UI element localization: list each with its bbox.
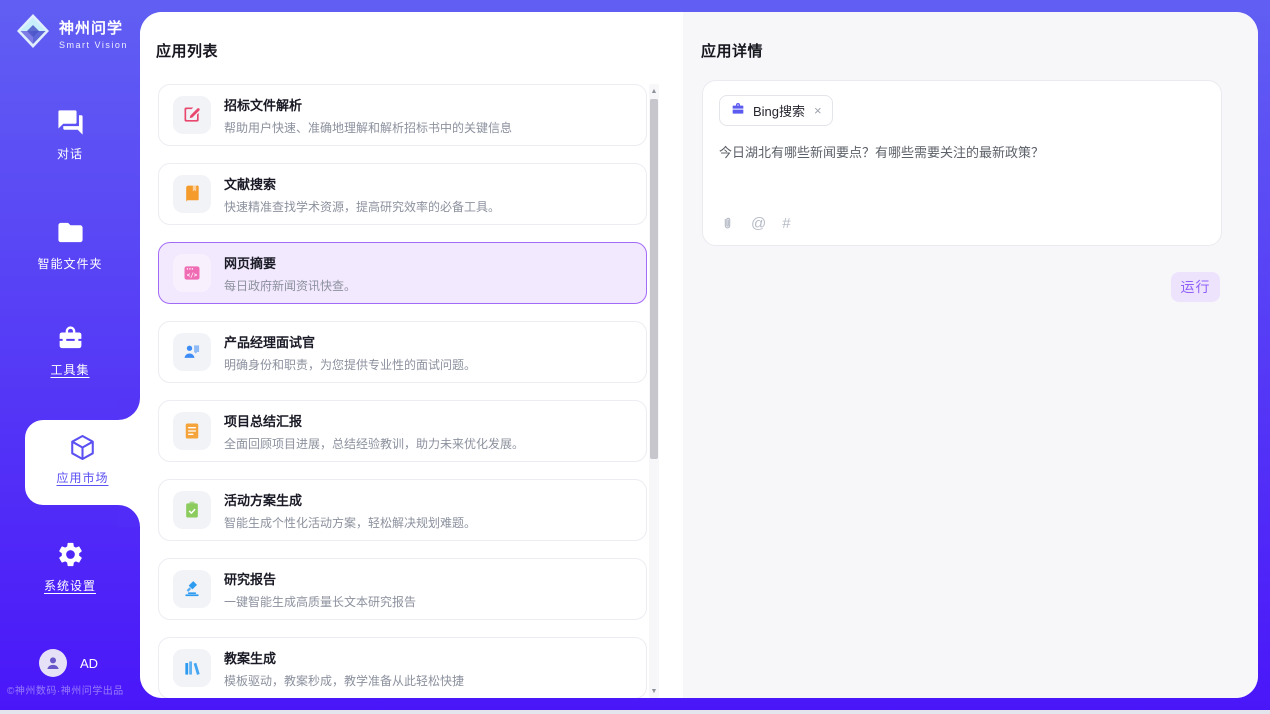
edit-doc-icon — [173, 96, 211, 134]
tool-chip[interactable]: Bing搜索 × — [719, 95, 833, 126]
hash-icon[interactable]: # — [782, 216, 790, 231]
chip-close-icon[interactable]: × — [814, 103, 822, 118]
bottom-strip — [0, 710, 1270, 714]
avatar[interactable] — [39, 649, 67, 677]
cube-icon — [25, 433, 140, 463]
scrollbar-thumb[interactable] — [650, 99, 658, 459]
toolbox-icon — [0, 324, 140, 354]
app-card-desc: 帮助用户快速、准确地理解和解析招标书中的关键信息 — [224, 119, 512, 136]
sidebar-item-label: 系统设置 — [0, 577, 140, 594]
brand-name: 神州问学 — [59, 17, 128, 38]
sidebar-item-toolbox[interactable]: 工具集 — [0, 324, 140, 378]
app-card-desc: 明确身份和职责，为您提供专业性的面试问题。 — [224, 356, 476, 373]
app-card-title: 教案生成 — [224, 648, 464, 667]
sidebar-footer: ©神州数码·神州问学出品 — [7, 682, 124, 697]
app-card-desc: 一键智能生成高质量长文本研究报告 — [224, 593, 416, 610]
active-notch-curve — [118, 505, 140, 527]
prompt-toolbar: @# — [720, 214, 791, 233]
folder-icon — [0, 218, 140, 248]
app-card[interactable]: </> 网页摘要每日政府新闻资讯快查。 — [158, 242, 647, 304]
sidebar: 神州问学 Smart Vision 对话智能文件夹工具集应用市场系统设置 AD … — [0, 0, 140, 714]
clipboard-check-icon — [173, 491, 211, 529]
app-card-title: 招标文件解析 — [224, 95, 512, 114]
app-card-title: 网页摘要 — [224, 253, 356, 272]
app-list-panel: 应用列表 招标文件解析帮助用户快速、准确地理解和解析招标书中的关键信息文献搜索快… — [140, 12, 683, 698]
scrollbar-down-button[interactable]: ▼ — [649, 685, 659, 697]
active-notch-curve — [118, 398, 140, 420]
note-icon — [173, 412, 211, 450]
prompt-card: Bing搜索 × 今日湖北有哪些新闻要点？有哪些需要关注的最新政策？ @# — [702, 80, 1222, 246]
app-card-desc: 每日政府新闻资讯快查。 — [224, 277, 356, 294]
svg-text:</>: </> — [187, 273, 198, 279]
sidebar-item-smart-folder[interactable]: 智能文件夹 — [0, 218, 140, 272]
app-card[interactable]: 文献搜索快速精准查找学术资源，提高研究效率的必备工具。 — [158, 163, 647, 225]
app-card-list: 招标文件解析帮助用户快速、准确地理解和解析招标书中的关键信息文献搜索快速精准查找… — [158, 84, 647, 698]
app-card-title: 活动方案生成 — [224, 490, 476, 509]
app-card-desc: 快速精准查找学术资源，提高研究效率的必备工具。 — [224, 198, 500, 215]
app-detail-panel: 应用详情 Bing搜索 × 今日湖北有哪些新闻要点？有哪些需要关注的最新政策？ … — [683, 12, 1258, 698]
app-card[interactable]: 招标文件解析帮助用户快速、准确地理解和解析招标书中的关键信息 — [158, 84, 647, 146]
sidebar-item-app-market[interactable]: 应用市场 — [25, 420, 140, 505]
app-card[interactable]: 项目总结汇报全面回顾项目进展，总结经验教训，助力未来优化发展。 — [158, 400, 647, 462]
web-code-icon: </> — [173, 254, 211, 292]
app-card[interactable]: 研究报告一键智能生成高质量长文本研究报告 — [158, 558, 647, 620]
gear-icon — [0, 540, 140, 570]
app-card-desc: 全面回顾项目进展，总结经验教训，助力未来优化发展。 — [224, 435, 524, 452]
app-logo: 神州问学 Smart Vision — [14, 11, 128, 56]
gem-logo-icon — [14, 11, 52, 56]
app-card-title: 产品经理面试官 — [224, 332, 476, 351]
app-card[interactable]: 活动方案生成智能生成个性化活动方案，轻松解决规划难题。 — [158, 479, 647, 541]
sidebar-item-chat[interactable]: 对话 — [0, 108, 140, 162]
app-detail-title: 应用详情 — [701, 40, 763, 61]
app-card-desc: 智能生成个性化活动方案，轻松解决规划难题。 — [224, 514, 476, 531]
app-card[interactable]: 教案生成模板驱动，教案秒成，教学准备从此轻松快捷 — [158, 637, 647, 698]
prompt-input[interactable]: 今日湖北有哪些新闻要点？有哪些需要关注的最新政策？ — [719, 143, 1205, 163]
user-row[interactable]: AD — [39, 649, 98, 677]
paperclip-icon[interactable] — [720, 214, 735, 233]
book-icon — [173, 175, 211, 213]
scrollbar-up-button[interactable]: ▲ — [649, 85, 659, 97]
sidebar-item-label: 应用市场 — [25, 469, 140, 486]
main-content: 应用列表 招标文件解析帮助用户快速、准确地理解和解析招标书中的关键信息文献搜索快… — [140, 12, 1258, 698]
app-card[interactable]: 产品经理面试官明确身份和职责，为您提供专业性的面试问题。 — [158, 321, 647, 383]
interviewer-icon — [173, 333, 211, 371]
sidebar-item-label: 智能文件夹 — [0, 255, 140, 272]
sidebar-item-label: 工具集 — [0, 361, 140, 378]
scrollbar[interactable]: ▲ ▼ — [649, 84, 659, 698]
chat-icon — [0, 108, 140, 138]
app-card-title: 项目总结汇报 — [224, 411, 524, 430]
sidebar-item-label: 对话 — [0, 145, 140, 162]
app-card-title: 文献搜索 — [224, 174, 500, 193]
brand-subtitle: Smart Vision — [59, 40, 128, 50]
app-card-title: 研究报告 — [224, 569, 416, 588]
run-button[interactable]: 运行 — [1171, 272, 1220, 302]
sidebar-item-settings[interactable]: 系统设置 — [0, 540, 140, 594]
app-card-desc: 模板驱动，教案秒成，教学准备从此轻松快捷 — [224, 672, 464, 689]
at-icon[interactable]: @ — [751, 216, 766, 231]
briefcase-icon — [730, 101, 746, 120]
app-list-title: 应用列表 — [156, 40, 218, 61]
user-name: AD — [80, 656, 98, 671]
tool-chip-label: Bing搜索 — [753, 101, 805, 120]
books-icon — [173, 649, 211, 687]
microscope-icon — [173, 570, 211, 608]
